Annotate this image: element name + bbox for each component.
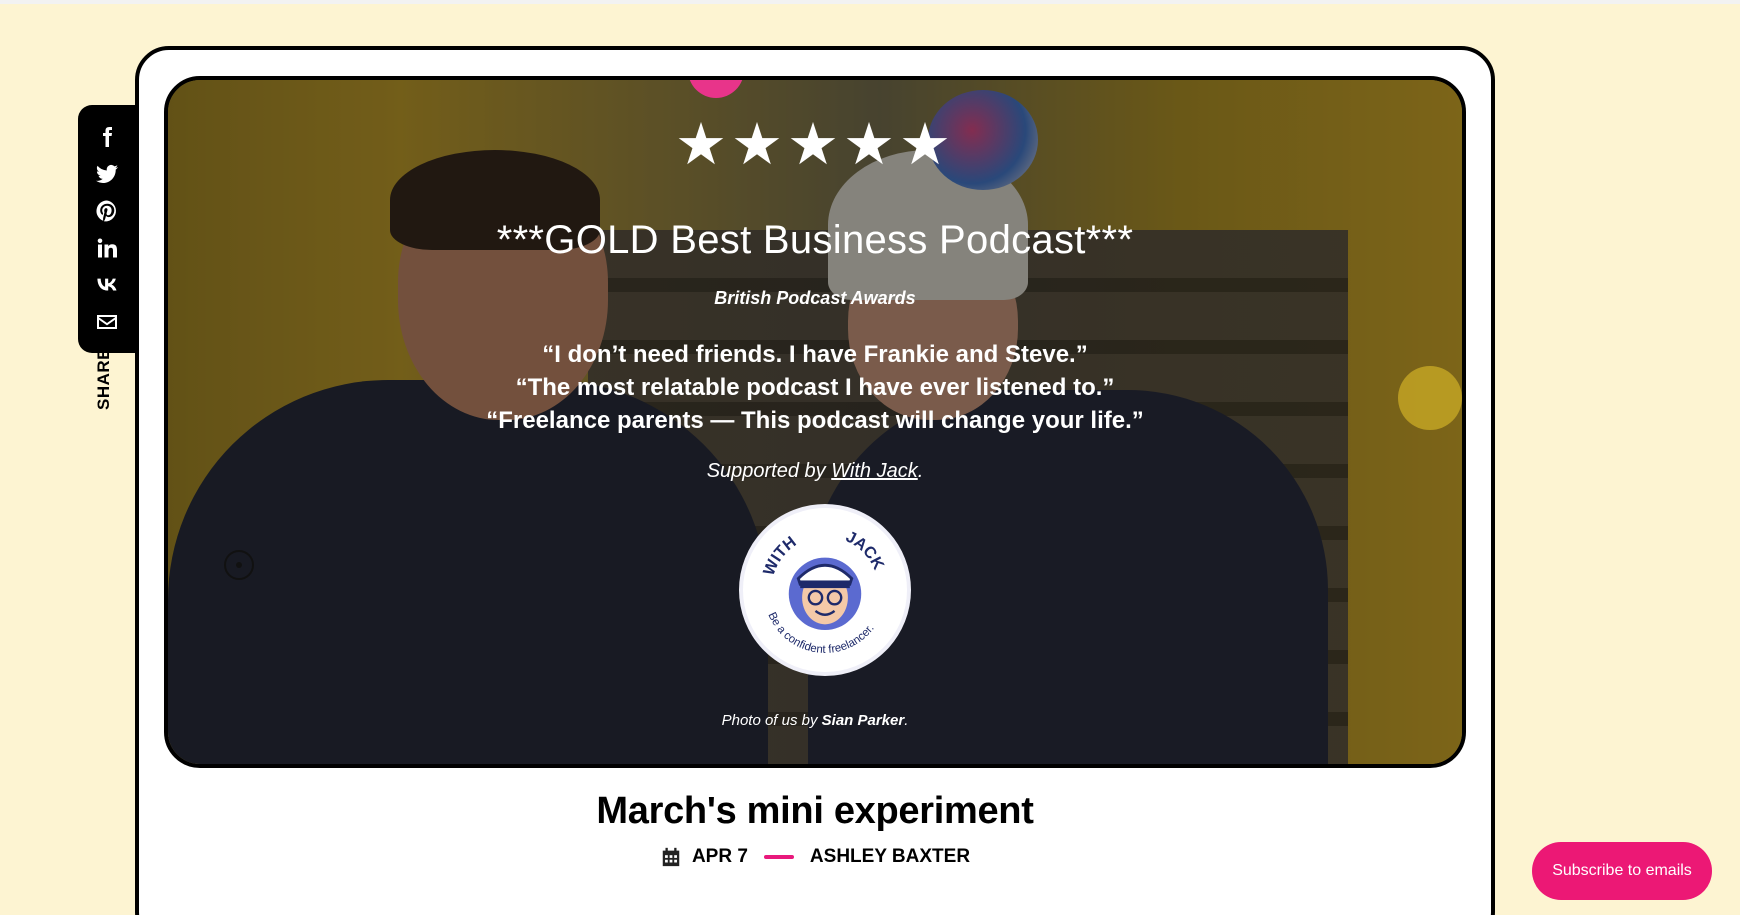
share-bar [78, 105, 136, 353]
testimonial-quotes: “I don’t need friends. I have Frankie an… [168, 338, 1462, 437]
share-label: SHARE: [94, 341, 113, 410]
photo-credit-name[interactable]: Sian Parker [822, 712, 905, 729]
hero-banner: ★★★★★ ***GOLD Best Business Podcast*** B… [164, 76, 1466, 768]
svg-text:WITH: WITH [760, 533, 800, 578]
email-icon[interactable] [93, 308, 121, 336]
subscribe-button[interactable]: Subscribe to emails [1532, 842, 1712, 900]
post-author[interactable]: ASHLEY BAXTER [810, 846, 970, 868]
photo-credit: Photo of us by Sian Parker. [168, 712, 1462, 729]
calendar-icon [662, 847, 680, 867]
post-date: APR 7 [691, 846, 748, 867]
meta-divider [763, 855, 794, 859]
linkedin-icon[interactable] [93, 234, 121, 262]
badge-jack-text: JACK [843, 528, 888, 573]
post-title: March's mini experiment [596, 790, 1034, 832]
award-title: ***GOLD Best Business Podcast*** [496, 218, 1134, 262]
photo-credit-prefix: Photo of us by [721, 712, 822, 729]
target-icon [224, 550, 254, 580]
sponsor-link[interactable]: With Jack [831, 460, 918, 482]
sponsor-suffix: . [917, 460, 924, 482]
testimonial-quote: “I don’t need friends. I have Frankie an… [542, 341, 1088, 368]
with-jack-logo[interactable]: WITH JACK Be a confident freelancer. [739, 504, 911, 676]
photo-credit-suffix: . [904, 712, 909, 729]
top-border [0, 0, 1740, 4]
award-source: British Podcast Awards [714, 288, 916, 308]
twitter-icon[interactable] [93, 160, 121, 188]
five-star-rating: ★★★★★ [675, 112, 955, 177]
facebook-icon[interactable] [93, 123, 121, 151]
badge-with-text: WITH [760, 533, 800, 578]
sponsor-line: Supported by With Jack. [168, 460, 1462, 483]
testimonial-quote: “Freelance parents — This podcast will c… [486, 407, 1144, 434]
testimonial-quote: “The most relatable podcast I have ever … [515, 374, 1115, 401]
sponsor-prefix: Supported by [706, 460, 832, 482]
post-meta: APR 7 ASHLEY BAXTER [135, 846, 1495, 868]
vk-icon[interactable] [93, 271, 121, 299]
svg-text:JACK: JACK [843, 528, 888, 573]
pinterest-icon[interactable] [93, 197, 121, 225]
